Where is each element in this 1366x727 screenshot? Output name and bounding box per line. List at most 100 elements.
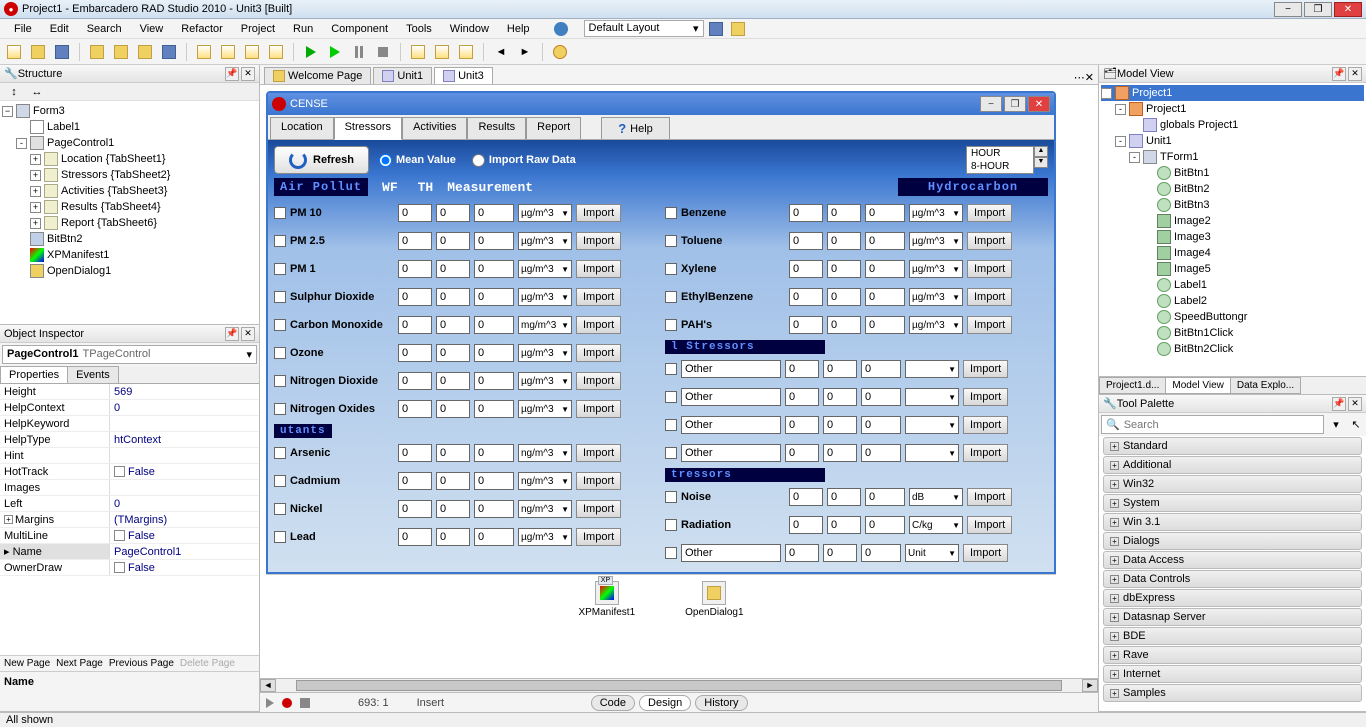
import-button[interactable]: Import [967, 316, 1012, 334]
th-input[interactable] [436, 400, 470, 418]
meas-input[interactable] [865, 288, 905, 306]
tray-xpmanifest[interactable]: XP XPManifest1 [578, 581, 635, 618]
th-input[interactable] [827, 516, 861, 534]
meas-input[interactable] [474, 500, 514, 518]
prop-row[interactable]: Height569 [0, 384, 259, 400]
layout-save-icon[interactable] [706, 19, 726, 39]
step-into-button[interactable] [432, 42, 452, 62]
cense-form[interactable]: CENSE − ❐ ✕ Location Stressors Activitie… [266, 91, 1056, 574]
modelview-close-icon[interactable]: ✕ [1348, 67, 1362, 81]
wf-input[interactable] [785, 388, 819, 406]
help-tb-button[interactable] [550, 42, 570, 62]
tree-item[interactable]: Label1 [1101, 277, 1364, 293]
unit-combo[interactable]: µg/m^3▼ [909, 260, 963, 278]
unit-combo[interactable]: ng/m^3▼ [518, 500, 572, 518]
unit-combo[interactable]: µg/m^3▼ [518, 260, 572, 278]
import-button[interactable]: Import [576, 344, 621, 362]
wf-input[interactable] [398, 500, 432, 518]
play-icon[interactable] [266, 698, 274, 708]
tree-item[interactable]: OpenDialog1 [2, 263, 257, 279]
palette-category[interactable]: +Datasnap Server [1103, 608, 1362, 626]
structure-pin-icon[interactable]: 📌 [225, 67, 239, 81]
tree-item[interactable]: Label2 [1101, 293, 1364, 309]
radio-mean[interactable]: Mean Value [379, 154, 456, 167]
import-button[interactable]: Import [576, 444, 621, 462]
menu-window[interactable]: Window [442, 21, 497, 37]
th-input[interactable] [436, 204, 470, 222]
menu-search[interactable]: Search [79, 21, 130, 37]
import-button[interactable]: Import [963, 444, 1008, 462]
meas-input[interactable] [865, 232, 905, 250]
mvtab-data[interactable]: Data Explo... [1230, 377, 1301, 394]
row-checkbox[interactable] [274, 319, 286, 331]
tree-item[interactable]: BitBtn1 [1101, 165, 1364, 181]
row-checkbox[interactable] [665, 547, 677, 559]
th-input[interactable] [823, 544, 857, 562]
inspector-tab-events[interactable]: Events [67, 366, 119, 383]
wf-input[interactable] [398, 444, 432, 462]
inspector-prevpage[interactable]: Previous Page [109, 658, 174, 669]
prop-row[interactable]: Left0 [0, 496, 259, 512]
meas-input[interactable] [474, 344, 514, 362]
meas-input[interactable] [865, 316, 905, 334]
tree-item[interactable]: BitBtn2Click [1101, 341, 1364, 357]
nav-fwd-button[interactable]: ► [515, 42, 535, 62]
prop-row[interactable]: HelpKeyword [0, 416, 259, 432]
nav-back-button[interactable]: ◄ [491, 42, 511, 62]
th-input[interactable] [827, 288, 861, 306]
wf-input[interactable] [789, 232, 823, 250]
layout-delete-icon[interactable] [728, 19, 748, 39]
open-button[interactable] [28, 42, 48, 62]
th-input[interactable] [436, 472, 470, 490]
th-input[interactable] [827, 260, 861, 278]
save-button[interactable] [52, 42, 72, 62]
unit-combo[interactable]: µg/m^3▼ [518, 344, 572, 362]
designer-hscroll[interactable]: ◄► [260, 678, 1098, 692]
prop-row[interactable]: Images [0, 480, 259, 496]
import-button[interactable]: Import [963, 544, 1008, 562]
unit-combo[interactable]: µg/m^3▼ [909, 316, 963, 334]
prop-row[interactable]: ▸ NamePageControl1 [0, 544, 259, 560]
other-name-input[interactable] [681, 416, 781, 434]
menu-help[interactable]: Help [499, 21, 538, 37]
record-icon[interactable] [282, 698, 292, 708]
wf-input[interactable] [398, 400, 432, 418]
inspector-close-icon[interactable]: ✕ [241, 327, 255, 341]
wf-input[interactable] [398, 472, 432, 490]
meas-input[interactable] [861, 416, 901, 434]
other-name-input[interactable] [681, 360, 781, 378]
tb-b[interactable] [218, 42, 238, 62]
inspector-grid[interactable]: Height569HelpContext0HelpKeywordHelpType… [0, 384, 259, 655]
step-out-button[interactable] [456, 42, 476, 62]
row-checkbox[interactable] [665, 235, 677, 247]
tray-opendialog[interactable]: OpenDialog1 [685, 581, 743, 618]
row-checkbox[interactable] [274, 475, 286, 487]
mvtab-project[interactable]: Project1.d... [1099, 377, 1166, 394]
doctab-unit3[interactable]: Unit3 [434, 67, 493, 84]
wf-input[interactable] [398, 288, 432, 306]
wf-input[interactable] [789, 488, 823, 506]
meas-input[interactable] [474, 372, 514, 390]
import-button[interactable]: Import [967, 288, 1012, 306]
tree-item[interactable]: BitBtn2 [1101, 181, 1364, 197]
inspector-object-combo[interactable]: PageControl1 TPageControl ▾ [2, 345, 257, 364]
meas-input[interactable] [474, 444, 514, 462]
row-checkbox[interactable] [665, 319, 677, 331]
tree-item[interactable]: Image4 [1101, 245, 1364, 261]
folder3-button[interactable] [135, 42, 155, 62]
unit-combo[interactable]: µg/m^3▼ [518, 372, 572, 390]
palette-pin-icon[interactable]: 📌 [1332, 397, 1346, 411]
meas-input[interactable] [865, 260, 905, 278]
unit-combo[interactable]: µg/m^3▼ [518, 204, 572, 222]
row-checkbox[interactable] [665, 519, 677, 531]
import-button[interactable]: Import [967, 516, 1012, 534]
cense-close-button[interactable]: ✕ [1028, 96, 1050, 112]
palette-category[interactable]: +Data Controls [1103, 570, 1362, 588]
btab-code[interactable]: Code [591, 695, 635, 711]
globe-icon[interactable] [554, 22, 568, 36]
tab-stressors[interactable]: Stressors [334, 117, 402, 140]
wf-input[interactable] [398, 528, 432, 546]
folder2-button[interactable] [111, 42, 131, 62]
inspector-tab-properties[interactable]: Properties [0, 366, 68, 383]
th-input[interactable] [436, 528, 470, 546]
